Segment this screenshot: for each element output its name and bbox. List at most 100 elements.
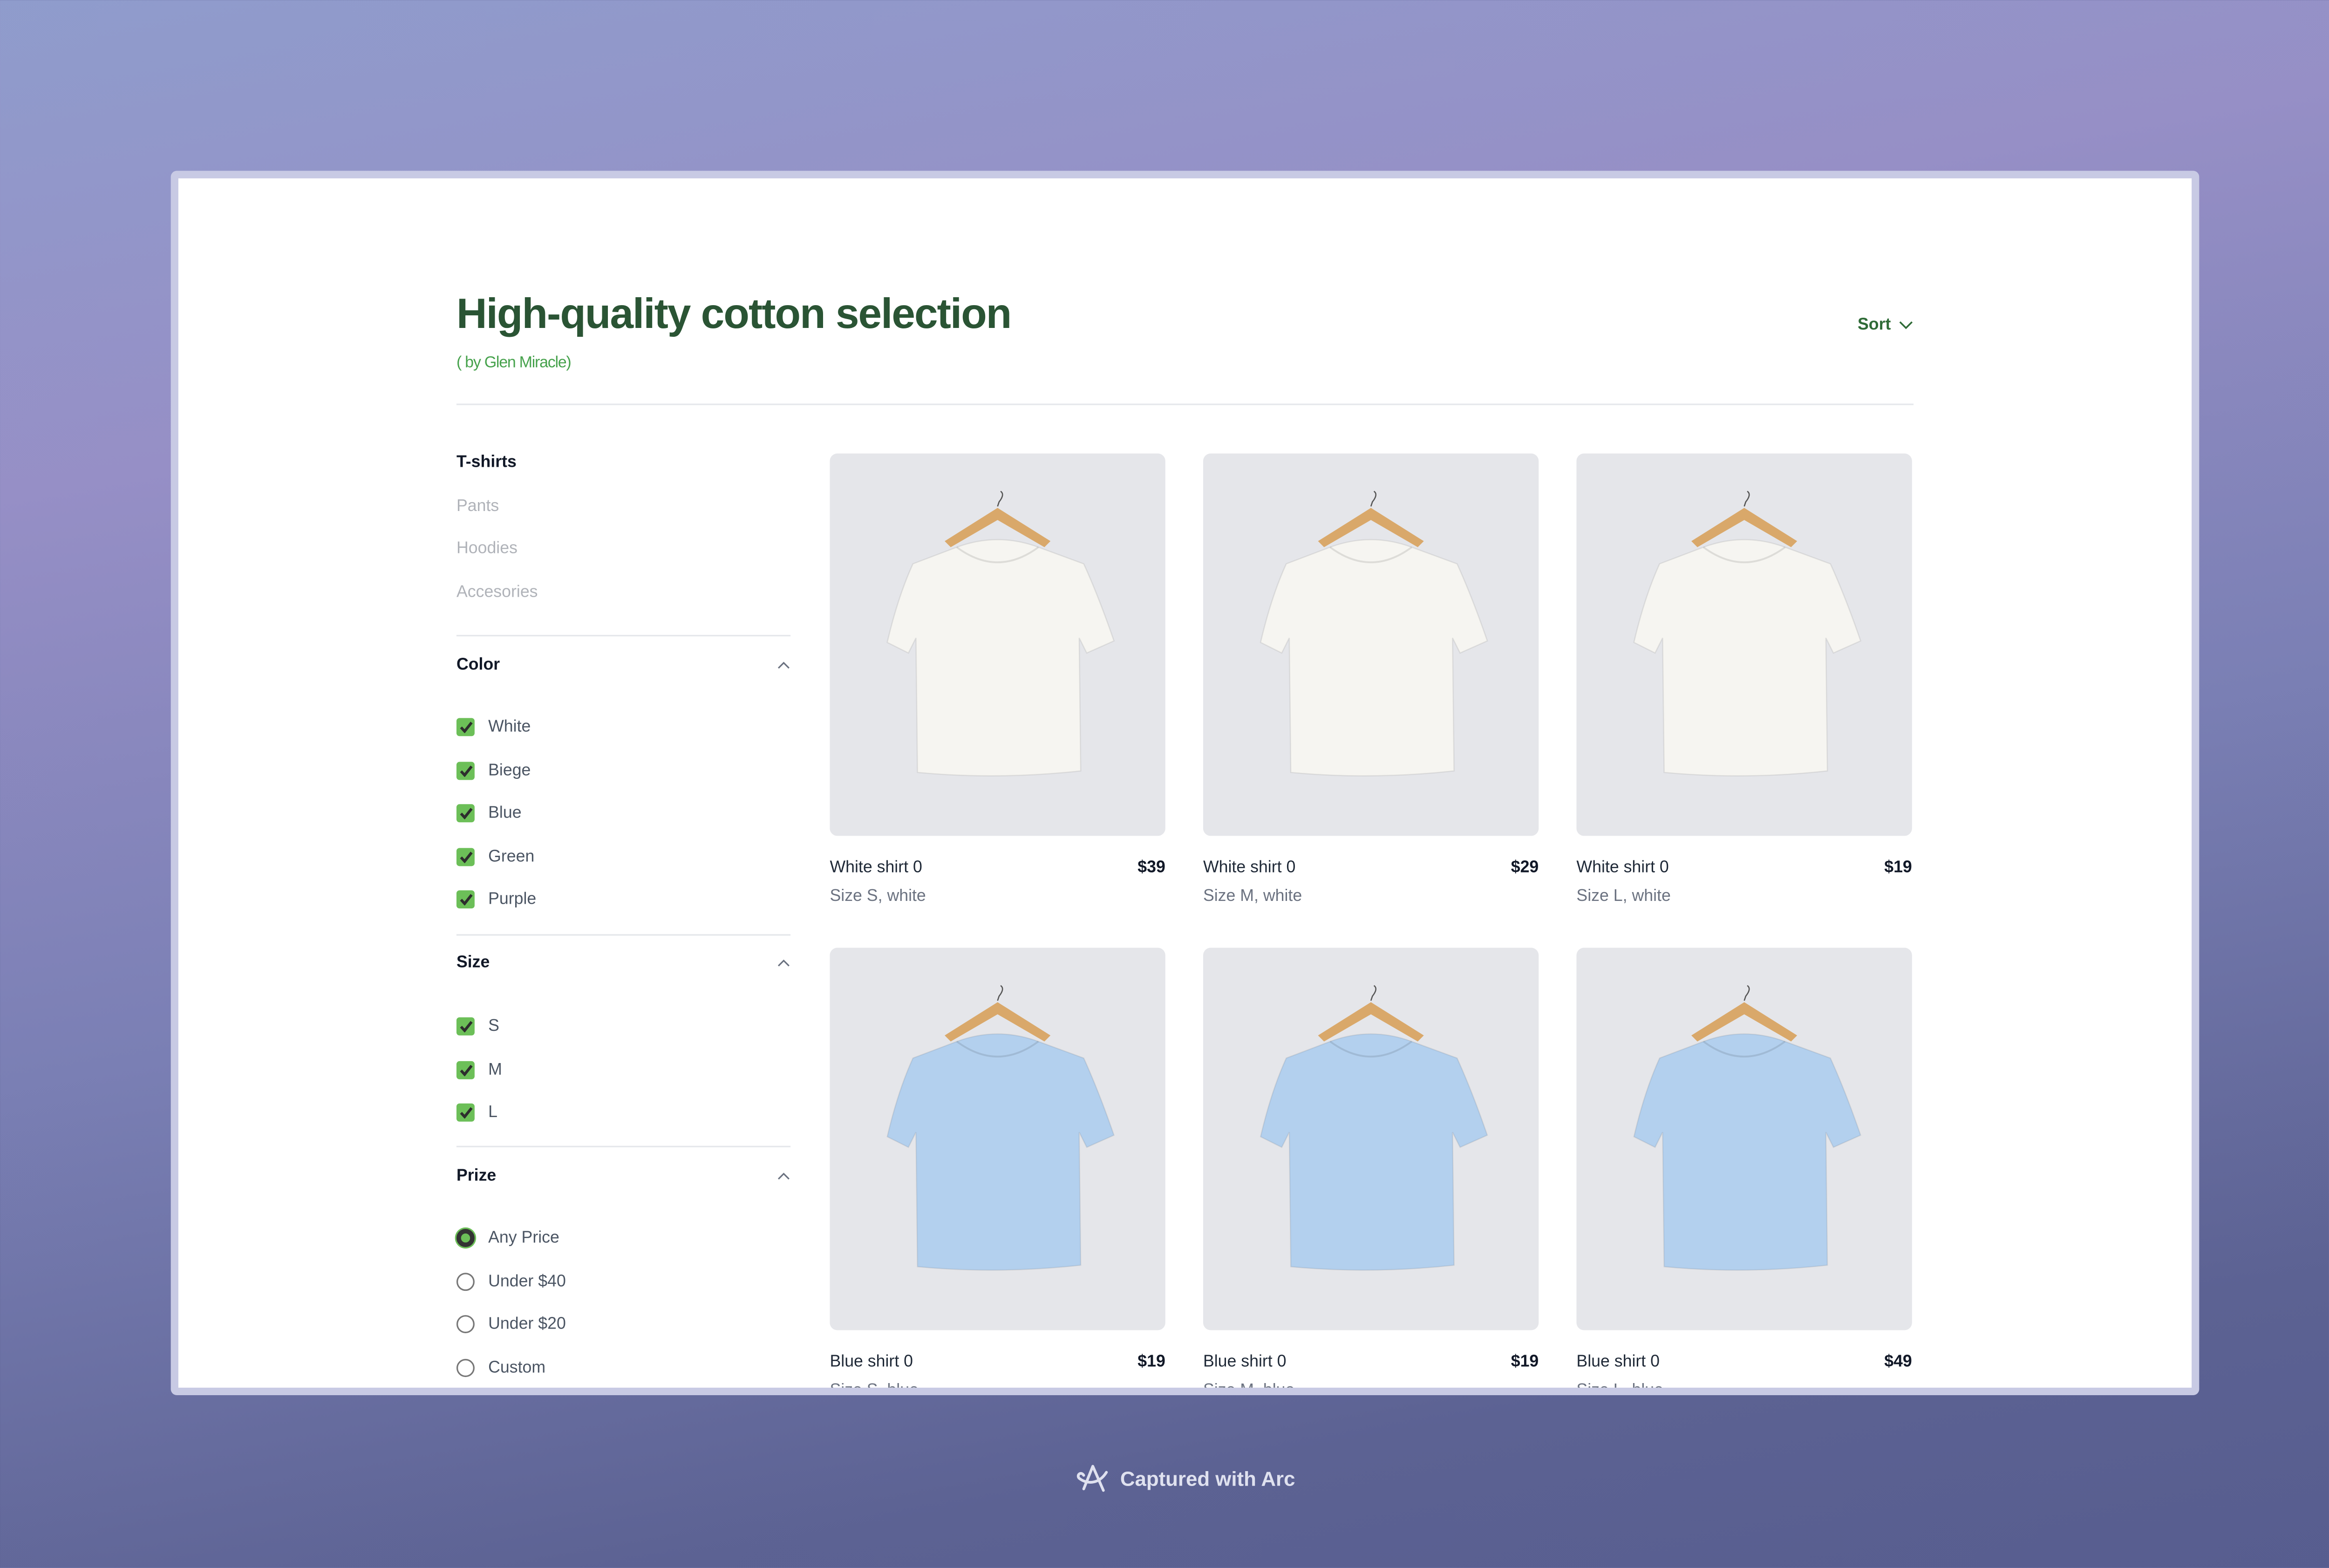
option-label: White [488,718,531,736]
checkbox[interactable] [456,1104,475,1122]
header-divider [456,403,1914,405]
category-hoodies[interactable]: Hoodies [456,539,518,558]
product-details: Size M, blue [1203,1381,1295,1396]
product-details: Size S, white [830,887,926,906]
product-name: White shirt 0 [1203,859,1296,877]
product-name: Blue shirt 0 [1576,1353,1660,1371]
page-subtitle: ( by Glen Miracle) [456,354,572,372]
option-label: M [488,1060,502,1079]
filter-price-title: Prize [456,1167,497,1186]
product-details: Size L, white [1576,887,1671,906]
product-price: $29 [1511,859,1539,877]
checkmark-icon [459,1064,472,1076]
product-name: White shirt 0 [830,859,922,877]
filter-price-option[interactable]: Under $40 [456,1272,566,1290]
product-price: $19 [1511,1353,1539,1371]
radio-button[interactable] [456,1315,475,1334]
product-price: $19 [1137,1353,1165,1371]
chevron-up-icon [777,1173,790,1180]
product-details: Size S, blue [830,1381,919,1396]
sort-button[interactable]: Sort [1858,316,1914,334]
product-image[interactable] [1576,453,1912,836]
filter-size-option[interactable]: S [456,1017,499,1036]
checkbox[interactable] [456,804,475,823]
option-label: Under $40 [488,1272,566,1290]
radio-button[interactable] [456,1229,475,1248]
product-name: Blue shirt 0 [830,1353,913,1371]
filter-color-option[interactable]: Purple [456,891,536,909]
filter-size-option[interactable]: L [456,1104,497,1122]
product-price: $49 [1884,1353,1912,1371]
checkbox[interactable] [456,847,475,866]
option-label: Blue [488,804,522,823]
filter-color-option[interactable]: Biege [456,761,531,780]
product-name: White shirt 0 [1576,859,1669,877]
arc-logo-icon [1077,1465,1108,1492]
checkbox[interactable] [456,891,475,909]
option-label: Biege [488,761,531,780]
checkmark-icon [459,722,472,733]
option-label: Green [488,847,535,866]
product-card[interactable]: White shirt 0 $19 Size L, white [1576,453,1912,906]
sidebar-divider [456,934,791,936]
filter-price-header[interactable]: Prize [456,1167,790,1185]
checkbox[interactable] [456,718,475,736]
product-card[interactable]: White shirt 0 $29 Size M, white [1203,453,1539,906]
filter-price-option[interactable]: Under $20 [456,1315,566,1334]
product-card[interactable]: White shirt 0 $39 Size S, white [830,453,1165,906]
checkmark-icon [459,808,472,820]
sort-label: Sort [1857,316,1891,334]
tshirt-image [886,491,1115,777]
product-card[interactable]: Blue shirt 0 $19 Size M, blue [1203,948,1539,1396]
page-title: High-quality cotton selection [456,290,1012,337]
checkmark-icon [459,894,472,906]
option-label: Any Price [488,1229,559,1248]
radio-button[interactable] [456,1272,475,1290]
chevron-up-icon [777,661,790,669]
filter-price-option[interactable]: Any Price [456,1229,559,1248]
tshirt-image [1260,985,1488,1271]
product-card[interactable]: Blue shirt 0 $19 Size S, blue [830,948,1165,1396]
filter-color-header[interactable]: Color [456,656,790,674]
checkmark-icon [459,851,472,863]
browser-window: High-quality cotton selection ( by Glen … [170,170,2200,1396]
radio-button[interactable] [456,1358,475,1377]
product-image[interactable] [830,948,1165,1330]
screenshot-stage: High-quality cotton selection ( by Glen … [0,0,2329,1568]
filter-color-option[interactable]: Blue [456,804,522,823]
product-image[interactable] [1203,948,1539,1330]
checkbox[interactable] [456,761,475,780]
option-label: S [488,1017,499,1036]
tshirt-image [1633,491,1862,777]
product-card[interactable]: Blue shirt 0 $49 Size L, blue [1576,948,1912,1388]
checkmark-icon [459,1021,472,1033]
option-label: Under $20 [488,1315,566,1334]
sidebar-divider [456,634,791,637]
product-image[interactable] [830,453,1165,836]
product-details: Size M, white [1203,887,1302,906]
checkmark-icon [459,765,472,777]
option-label: L [488,1104,497,1122]
category-t-shirts[interactable]: T-shirts [456,453,517,471]
tshirt-image [886,985,1115,1271]
checkbox[interactable] [456,1060,475,1079]
option-label: Purple [488,891,537,909]
footer-label: Captured with Arc [1120,1467,1295,1490]
checkmark-icon [459,1107,472,1119]
filter-color-option[interactable]: Green [456,847,535,866]
filter-price-option[interactable]: Custom [456,1358,545,1377]
product-image[interactable] [1576,948,1912,1330]
chevron-up-icon [777,959,790,967]
filter-size-title: Size [456,954,490,972]
arc-capture-footer: Captured with Arc [0,1463,2329,1493]
checkbox[interactable] [456,1017,475,1036]
filter-size-header[interactable]: Size [456,954,790,972]
filter-color-option[interactable]: White [456,718,531,736]
chevron-down-icon [1899,321,1913,329]
tshirt-image [1633,985,1862,1271]
filter-size-option[interactable]: M [456,1060,502,1079]
category-pants[interactable]: Pants [456,498,499,516]
tshirt-image [1260,491,1488,777]
product-image[interactable] [1203,453,1539,836]
category-accesories[interactable]: Accesories [456,584,538,602]
